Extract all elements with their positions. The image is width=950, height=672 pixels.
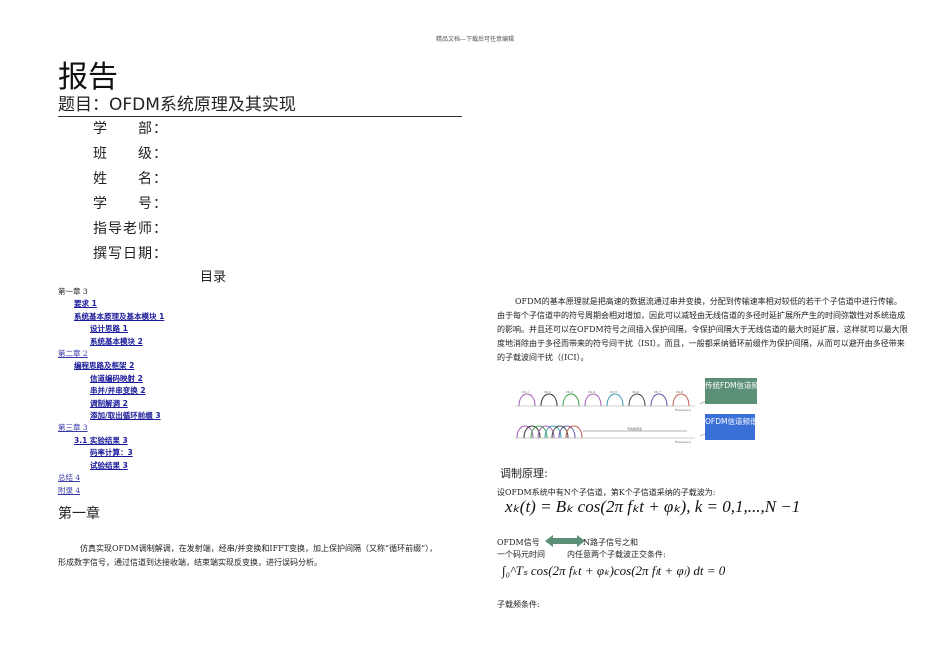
- form-field-label: 学 部：: [93, 121, 168, 137]
- ofdm-signal-label: OFDM信号: [497, 538, 540, 547]
- ofdm-tag: OFDM信道频谱划分: [705, 414, 772, 440]
- orthogonality-text: 内任意两个子载波正交条件:: [567, 550, 666, 559]
- page-header: 精品文档---下载后可任意编辑: [435, 36, 515, 43]
- form-field-label: 学 号：: [93, 196, 168, 212]
- toc-entry: 第一章 3: [58, 287, 88, 296]
- fdm-channel-curve: [628, 393, 646, 407]
- subcarrier-formula: xₖ(t) = Bₖ cos(2π fₖt + φₖ), k = 0,1,...…: [505, 497, 801, 516]
- channel-label: Ch.2: [544, 390, 551, 394]
- toc-entry[interactable]: 3.1 实验结果 3: [74, 436, 128, 445]
- fdm-channel-curve: [562, 393, 580, 407]
- toc-entry[interactable]: 调制解调 2: [90, 399, 128, 408]
- toc-entry[interactable]: 第二章 2: [58, 349, 88, 358]
- symbol-time-text: 一个码元时间: [497, 550, 545, 559]
- toc-entry[interactable]: 试验结果 3: [90, 461, 128, 470]
- toc-entry[interactable]: 添加/取出循环前缀 3: [90, 411, 161, 420]
- subcarrier-freq-condition: 子载频条件:: [497, 600, 540, 609]
- fdm-channel-curve: [650, 393, 668, 407]
- channel-label: Ch.6: [632, 390, 639, 394]
- fdm-channel-curve: [540, 393, 558, 407]
- fdm-tag: 传统FDM信道频谱划分: [705, 378, 782, 404]
- fdm-channel-curve: [672, 393, 690, 407]
- chapter-heading: 第一章: [58, 506, 100, 522]
- topic-line: 题目：OFDM系统原理及其实现: [58, 90, 462, 117]
- toc-entry[interactable]: 系统基本原理及基本模块 1: [74, 312, 164, 321]
- spectrum-figure: Ch.1 Ch.2 Ch.3 Ch.4 Ch.5 Ch.6 Ch.7 Ch.8 Frequenc…: [515, 378, 782, 444]
- channel-label: Ch.1: [522, 390, 529, 394]
- channel-label: Ch.8: [676, 390, 683, 394]
- toc-entry[interactable]: 信道编码映射 2: [90, 374, 143, 383]
- fdm-channel-curve: [606, 393, 624, 407]
- sum-label: N路子信号之和: [583, 538, 638, 547]
- toc-entry[interactable]: 要求 1: [74, 299, 97, 308]
- toc-entry[interactable]: 总结 4: [58, 473, 80, 482]
- table-of-contents: 第一章 3 要求 1 系统基本原理及基本模块 1 设计思路 1 系统基本模块 2 第二章 …: [58, 286, 164, 497]
- toc-title: 目录: [200, 270, 227, 285]
- channel-label: Ch.5: [610, 390, 617, 394]
- fdm-channel-curve: [518, 393, 536, 407]
- modulation-subheading: 调制原理:: [500, 467, 548, 480]
- form-field-label: 班 级：: [93, 146, 168, 162]
- form-field-label: 指导老师：: [93, 221, 168, 237]
- form-field-label: 撰写日期：: [93, 246, 168, 262]
- toc-entry[interactable]: 系统基本模块 2: [90, 337, 143, 346]
- toc-entry[interactable]: 编程思路及框架 2: [74, 361, 134, 370]
- fdm-channel-curve: [584, 393, 602, 407]
- frequency-label: Frequency: [675, 408, 692, 412]
- toc-entry[interactable]: 码率计算：3: [90, 448, 133, 457]
- toc-entry[interactable]: 设计思路 1: [90, 324, 128, 333]
- toc-entry[interactable]: 第三章 3: [58, 423, 88, 432]
- form-field-label: 姓 名：: [93, 171, 168, 187]
- double-arrow-icon: [545, 535, 585, 547]
- saving-label: 节省的带宽: [627, 426, 642, 431]
- toc-entry[interactable]: 附录 4: [58, 486, 80, 495]
- channel-label: Ch.4: [588, 390, 595, 394]
- frequency-label: Frequency: [675, 440, 692, 444]
- channel-label: Ch.7: [654, 390, 661, 394]
- toc-entry[interactable]: 串并/并串变换 2: [90, 386, 146, 395]
- chapter1-paragraph: 仿真实现OFDM调制解调，在发射端，经串/并变换和IFFT变换，加上保护间隔（又…: [58, 544, 438, 567]
- channel-label: Ch.3: [566, 390, 573, 394]
- document-page: 精品文档---下载后可任意编辑 报告 题目：OFDM系统原理及其实现 学 部：班…: [0, 0, 950, 672]
- ofdm-principle-paragraph: OFDM的基本原理就是把高速的数据流通过串并变换，分配到传输速率相对较低的若干个…: [497, 297, 908, 362]
- orthogonality-formula: ∫₀^Tₛ cos(2π fₖt + φₖ)cos(2π fₗt + φₗ) d…: [502, 563, 726, 578]
